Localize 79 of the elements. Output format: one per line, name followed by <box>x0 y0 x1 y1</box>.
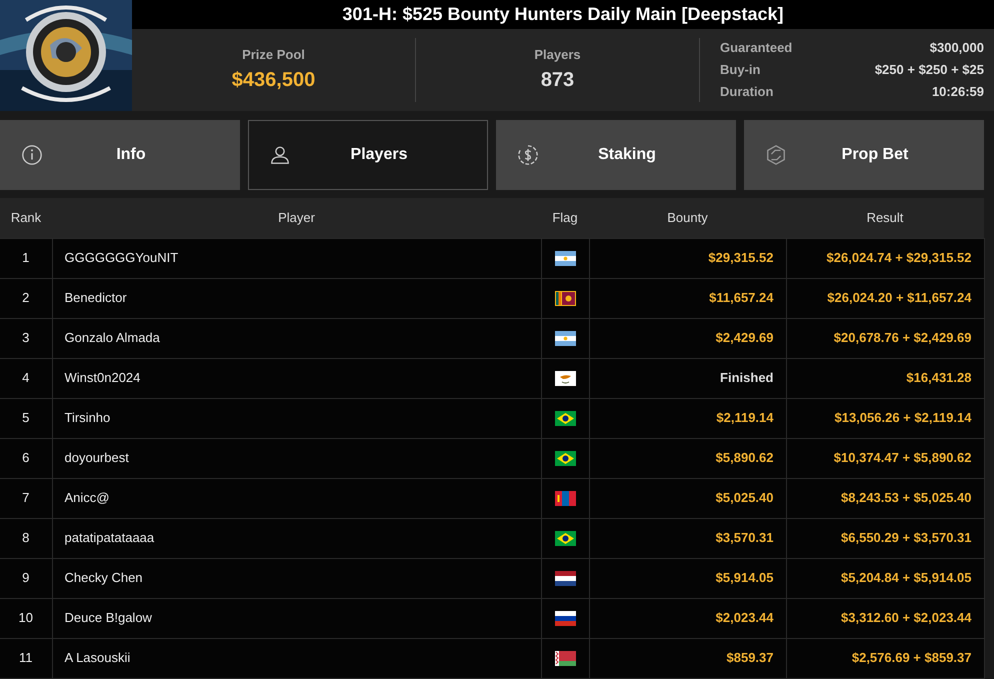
rank-cell: 2 <box>0 278 52 318</box>
rank-cell: 1 <box>0 238 52 278</box>
flag-icon <box>554 371 576 386</box>
result-cell: $16,431.28 <box>786 358 984 398</box>
flag-icon <box>554 491 576 506</box>
player-name: Tirsinho <box>52 398 541 438</box>
flag-icon <box>554 651 576 666</box>
player-name: Gonzalo Almada <box>52 318 541 358</box>
bounty-cell: $5,914.05 <box>589 558 786 598</box>
rank-cell: 9 <box>0 558 52 598</box>
tab[interactable]: Players <box>248 120 488 190</box>
bounty-cell: $3,570.31 <box>589 518 786 558</box>
page-title: 301-H: $525 Bounty Hunters Daily Main [Deepstack] <box>342 3 784 26</box>
stat-label: Prize Pool <box>242 46 305 64</box>
result-cell: $2,576.69 + $859.37 <box>786 638 984 678</box>
detail-label: Guaranteed <box>720 39 792 57</box>
tab[interactable]: Info <box>0 120 240 190</box>
result-cell: $20,678.76 + $2,429.69 <box>786 318 984 358</box>
rank-cell: 4 <box>0 358 52 398</box>
bounty-cell: $859.37 <box>589 638 786 678</box>
flag-icon <box>554 291 576 306</box>
column-header: Flag <box>541 198 589 238</box>
rank-cell: 6 <box>0 438 52 478</box>
player-name: Benedictor <box>52 278 541 318</box>
bounty-cell: $2,429.69 <box>589 318 786 358</box>
bounty-cell: $5,890.62 <box>589 438 786 478</box>
player-name: Winst0n2024 <box>52 358 541 398</box>
column-header: Result <box>786 198 984 238</box>
player-name: doyourbest <box>52 438 541 478</box>
stat-value: 873 <box>540 68 574 93</box>
flag-icon <box>554 251 576 266</box>
stat-value: $436,500 <box>232 68 316 93</box>
result-cell: $26,024.20 + $11,657.24 <box>786 278 984 318</box>
player-name: patatipatataaaa <box>52 518 541 558</box>
bounty-cell: $2,023.44 <box>589 598 786 638</box>
result-cell: $5,204.84 + $5,914.05 <box>786 558 984 598</box>
bounty-cell: $2,119.14 <box>589 398 786 438</box>
tab[interactable]: Staking <box>496 120 736 190</box>
result-cell: $26,024.74 + $29,315.52 <box>786 238 984 278</box>
column-header: Rank <box>0 198 52 238</box>
rank-cell: 10 <box>0 598 52 638</box>
dollar-icon <box>517 144 539 166</box>
info-icon <box>21 144 43 166</box>
column-header: Player <box>52 198 541 238</box>
rank-cell: 8 <box>0 518 52 558</box>
player-name: Checky Chen <box>52 558 541 598</box>
flag-icon <box>554 571 576 586</box>
detail-value: 10:26:59 <box>932 83 984 101</box>
result-cell: $3,312.60 + $2,023.44 <box>786 598 984 638</box>
player-name: Deuce B!galow <box>52 598 541 638</box>
rank-cell: 11 <box>0 638 52 678</box>
flag-icon <box>554 611 576 626</box>
bounty-cell: Finished <box>589 358 786 398</box>
detail-label: Duration <box>720 83 774 101</box>
tab[interactable]: Prop Bet <box>744 120 984 190</box>
flag-icon <box>554 531 576 546</box>
flag-icon <box>554 451 576 466</box>
bounty-cell: $29,315.52 <box>589 238 786 278</box>
result-cell: $8,243.53 + $5,025.40 <box>786 478 984 518</box>
rank-cell: 3 <box>0 318 52 358</box>
hexagon-icon <box>765 144 787 166</box>
bounty-cell: $11,657.24 <box>589 278 786 318</box>
person-icon <box>269 144 291 166</box>
column-header: Bounty <box>589 198 786 238</box>
flag-icon <box>554 331 576 346</box>
detail-value: $300,000 <box>930 39 984 57</box>
player-name: A Lasouskii <box>52 638 541 678</box>
detail-value: $250 + $250 + $25 <box>874 61 984 79</box>
stat-label: Players <box>534 46 581 64</box>
detail-label: Buy-in <box>720 61 760 79</box>
bounty-cell: $5,025.40 <box>589 478 786 518</box>
player-name: Anicc@ <box>52 478 541 518</box>
rank-cell: 5 <box>0 398 52 438</box>
rank-cell: 7 <box>0 478 52 518</box>
flag-icon <box>554 411 576 426</box>
player-name: GGGGGGGYouNIT <box>52 238 541 278</box>
result-cell: $10,374.47 + $5,890.62 <box>786 438 984 478</box>
result-cell: $13,056.26 + $2,119.14 <box>786 398 984 438</box>
result-cell: $6,550.29 + $3,570.31 <box>786 518 984 558</box>
